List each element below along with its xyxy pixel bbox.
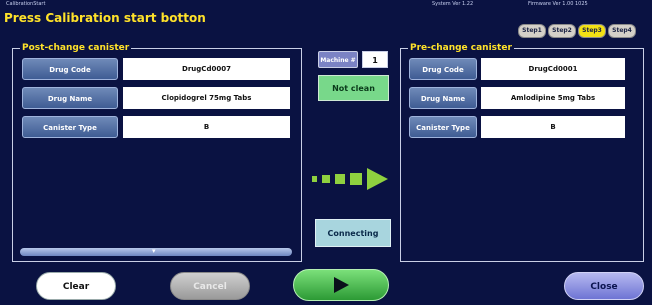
pre-change-title: Pre-change canister: [408, 43, 514, 53]
connecting-status: Connecting: [315, 219, 391, 247]
step-indicator-4: Step4: [608, 24, 636, 38]
step-indicator-3: Step3: [578, 24, 606, 38]
pre-drug-name-value: Amlodipine 5mg Tabs: [481, 87, 625, 109]
pre-drug-code-value: DrugCd0001: [481, 58, 625, 80]
play-icon: [334, 277, 349, 293]
chevron-down-icon[interactable]: ▾: [152, 247, 156, 255]
post-drug-code-value: DrugCd0007: [123, 58, 290, 80]
system-version: System Ver 1.22: [432, 1, 474, 7]
post-canister-type-label: Canister Type: [22, 116, 118, 138]
clear-button[interactable]: Clear: [36, 272, 116, 300]
machine-number-value[interactable]: 1: [362, 51, 388, 68]
post-change-title: Post-change canister: [20, 43, 132, 53]
step-indicator-1: Step1: [518, 24, 546, 38]
dashed-right-arrow-icon: [312, 168, 388, 190]
pre-canister-type-label: Canister Type: [409, 116, 477, 138]
post-drug-code-label: Drug Code: [22, 58, 118, 80]
scroll-bar[interactable]: [20, 248, 292, 256]
pre-canister-type-value: B: [481, 116, 625, 138]
post-canister-type-value: B: [123, 116, 290, 138]
step-indicator-2: Step2: [548, 24, 576, 38]
cancel-button[interactable]: Cancel: [170, 272, 250, 300]
window-title: CalibrationStart: [6, 1, 46, 7]
post-drug-name-value: Clopidogrel 75mg Tabs: [123, 87, 290, 109]
not-clean-button[interactable]: Not clean: [318, 75, 389, 101]
firmware-version: Firmware Ver 1.00 1025: [528, 1, 588, 7]
machine-number-button[interactable]: Machine #: [318, 51, 358, 68]
close-button[interactable]: Close: [564, 272, 644, 300]
instruction-text: Press Calibration start botton: [4, 11, 206, 25]
pre-drug-code-label: Drug Code: [409, 58, 477, 80]
pre-drug-name-label: Drug Name: [409, 87, 477, 109]
post-drug-name-label: Drug Name: [22, 87, 118, 109]
